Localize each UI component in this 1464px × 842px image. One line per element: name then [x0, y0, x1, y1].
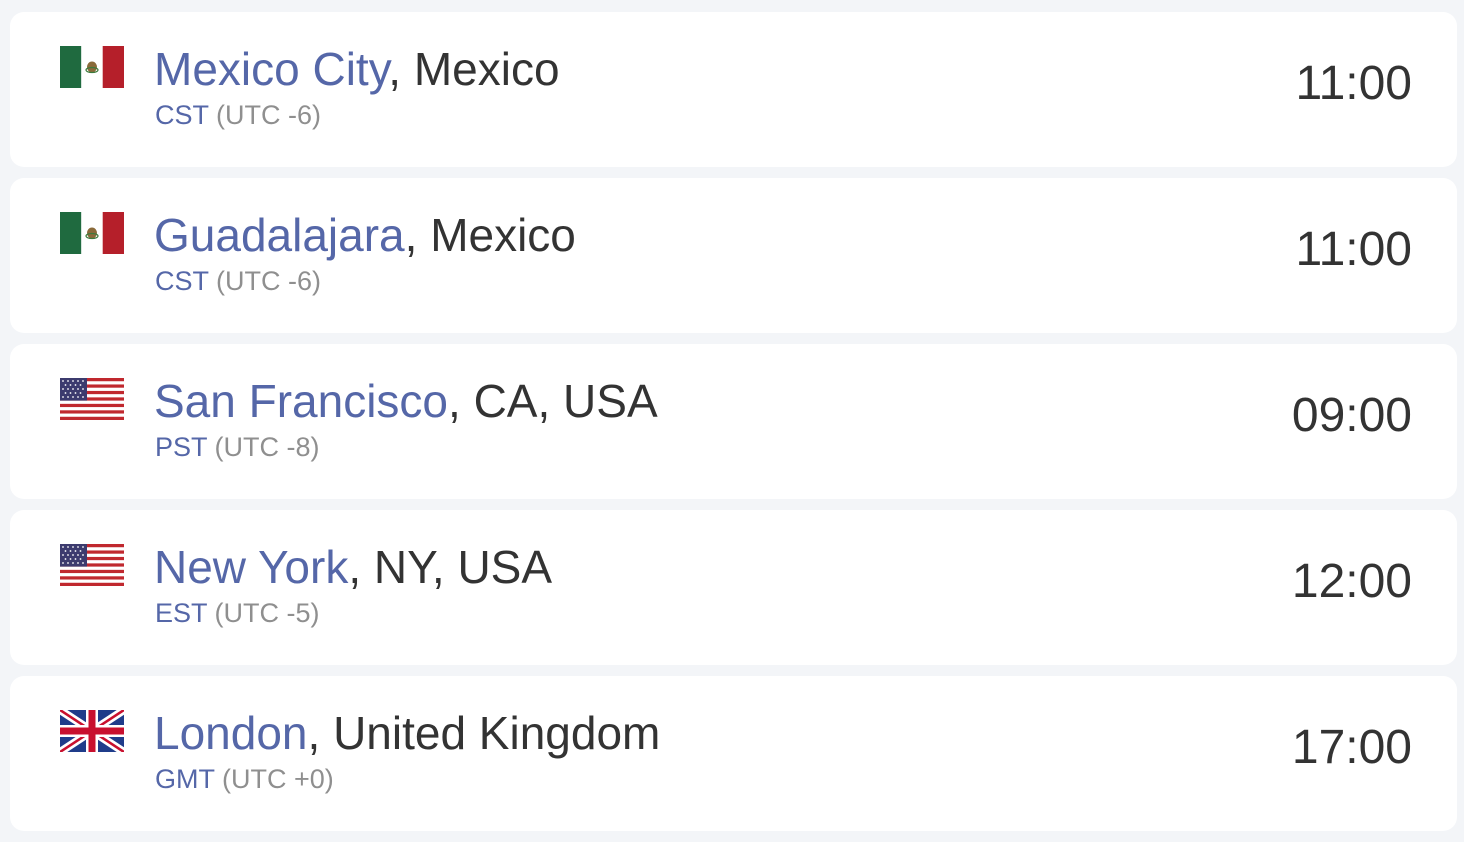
timezone-offset: (UTC -8) — [214, 432, 320, 462]
list-item-new-york[interactable]: New York, NY, USA EST (UTC -5) 12:00 — [10, 510, 1457, 665]
local-time: 09:00 — [1291, 389, 1412, 442]
mexico-flag-icon — [60, 46, 124, 88]
uk-flag-icon — [60, 710, 124, 752]
usa-flag-icon — [60, 378, 124, 420]
timezone-info: EST (UTC -5) — [155, 598, 320, 628]
location-name: Guadalajara, Mexico — [154, 209, 576, 261]
region-text: Mexico — [430, 209, 576, 261]
list-item-london[interactable]: London, United Kingdom GMT (UTC +0) 17:0… — [10, 676, 1457, 831]
local-time: 11:00 — [1295, 57, 1412, 110]
timezone-list: Mexico City, Mexico CST (UTC -6) 11:00 G… — [10, 12, 1457, 842]
timezone-abbr: GMT — [155, 764, 215, 794]
timezone-abbr: CST — [155, 100, 209, 130]
separator: , — [388, 43, 414, 95]
list-item-guadalajara[interactable]: Guadalajara, Mexico CST (UTC -6) 11:00 — [10, 178, 1457, 333]
separator: , — [348, 541, 374, 593]
timezone-offset: (UTC -6) — [216, 100, 322, 130]
location-name: London, United Kingdom — [154, 707, 660, 759]
usa-flag-icon — [60, 544, 124, 586]
city-link[interactable]: San Francisco — [154, 375, 448, 427]
timezone-abbr: PST — [155, 432, 208, 462]
region-text: United Kingdom — [333, 707, 661, 759]
separator: , — [404, 209, 431, 261]
separator: , — [307, 707, 334, 759]
timezone-offset: (UTC -6) — [216, 266, 322, 296]
timezone-abbr: EST — [155, 598, 208, 628]
region-text: Mexico — [413, 43, 560, 95]
timezone-offset: (UTC -5) — [214, 598, 320, 628]
region-text: NY, USA — [373, 541, 553, 593]
city-link[interactable]: London — [154, 707, 308, 759]
timezone-info: PST (UTC -8) — [155, 432, 320, 462]
city-link[interactable]: New York — [154, 541, 348, 593]
timezone-info: CST (UTC -6) — [155, 100, 321, 130]
local-time: 17:00 — [1291, 721, 1412, 774]
location-name: Mexico City, Mexico — [154, 43, 560, 95]
city-link[interactable]: Mexico City — [154, 43, 388, 95]
local-time: 11:00 — [1295, 223, 1412, 276]
timezone-info: GMT (UTC +0) — [155, 764, 334, 794]
list-item-san-francisco[interactable]: San Francisco, CA, USA PST (UTC -8) 09:0… — [10, 344, 1457, 499]
mexico-flag-icon — [60, 212, 124, 254]
list-item-mexico-city[interactable]: Mexico City, Mexico CST (UTC -6) 11:00 — [10, 12, 1457, 167]
location-name: New York, NY, USA — [154, 541, 552, 593]
location-name: San Francisco, CA, USA — [154, 375, 658, 427]
city-link[interactable]: Guadalajara — [154, 209, 405, 261]
timezone-info: CST (UTC -6) — [155, 266, 321, 296]
separator: , — [448, 375, 474, 427]
local-time: 12:00 — [1291, 555, 1412, 608]
timezone-offset: (UTC +0) — [222, 764, 334, 794]
region-text: CA, USA — [473, 375, 658, 427]
timezone-abbr: CST — [155, 266, 209, 296]
